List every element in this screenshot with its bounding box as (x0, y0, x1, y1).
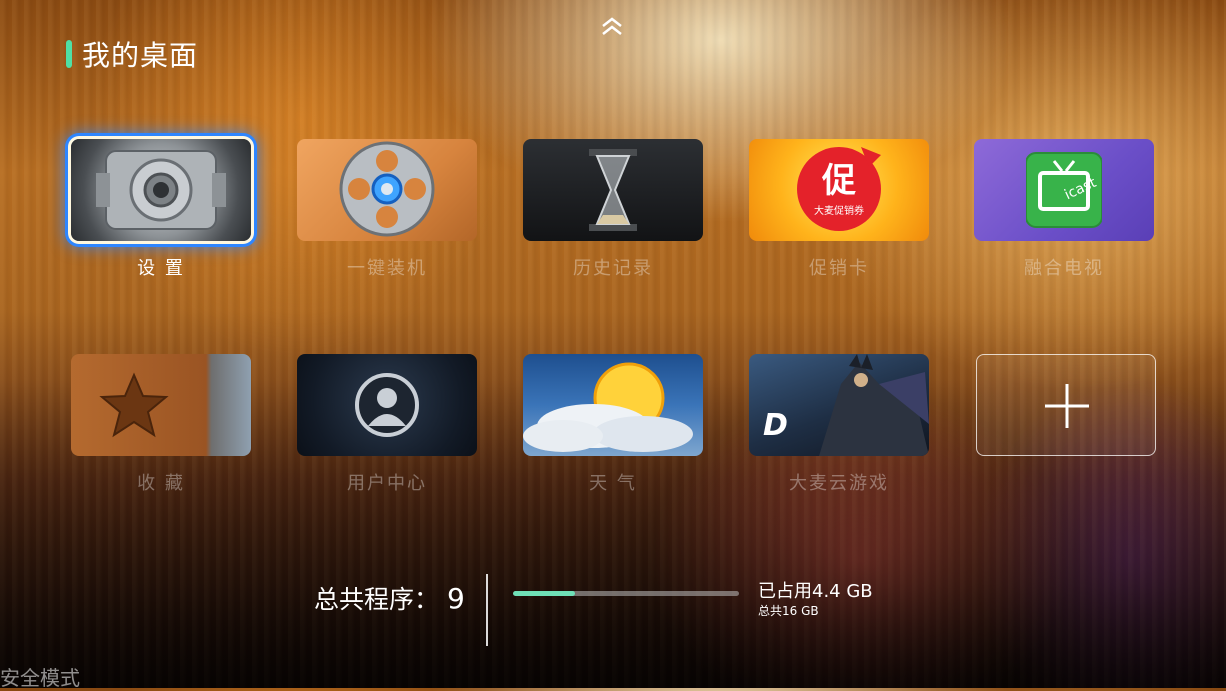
storage-progress-bar (513, 591, 739, 596)
sun-cloud-icon (523, 362, 693, 452)
app-tile-one-click-install[interactable] (297, 139, 477, 241)
storage-used-text: 已占用4.4 GB (758, 581, 873, 602)
background-streaks (0, 0, 1226, 688)
app-label: 融合电视 (1024, 258, 1104, 279)
program-count: 总共程序： 9 (314, 580, 465, 616)
hourglass-icon (589, 149, 637, 231)
plus-icon (1045, 384, 1089, 428)
app-label: 收 藏 (137, 473, 185, 494)
app-tile-user-center[interactable] (297, 354, 477, 456)
film-reel-icon (339, 141, 435, 237)
app-tile-weather[interactable] (523, 354, 703, 456)
background-vignette (0, 0, 1226, 688)
app-label: 促销卡 (809, 258, 869, 279)
add-app-button[interactable] (976, 354, 1156, 456)
promo-badge-subtext: 大麦促销券 (814, 206, 864, 217)
star-icon (99, 372, 169, 438)
app-tile-fusion-tv[interactable]: icast (974, 139, 1154, 241)
page-title: 我的桌面 (82, 39, 199, 72)
gear-icon (96, 150, 226, 230)
program-count-label: 总共程序： (314, 585, 440, 614)
app-tile-favorites[interactable] (71, 354, 251, 456)
app-tile-history[interactable] (523, 139, 703, 241)
page-header: 我的桌面 (66, 34, 198, 74)
chevron-up-icon[interactable] (600, 16, 624, 38)
safe-mode-label: 安全模式 (0, 666, 80, 690)
game-badge-letter: D (763, 408, 788, 443)
title-accent-bar (66, 40, 72, 68)
footer-divider (486, 574, 488, 646)
app-tile-cloud-game[interactable]: D (749, 354, 929, 456)
app-tile-settings[interactable] (71, 139, 251, 241)
storage-total-text: 总共16 GB (758, 604, 819, 618)
program-count-value: 9 (447, 582, 465, 615)
app-label: 用户中心 (347, 473, 427, 494)
app-label: 设 置 (137, 258, 185, 279)
app-label: 天 气 (589, 473, 637, 494)
storage-progress-fill (513, 591, 576, 596)
user-icon (355, 373, 419, 437)
app-label: 一键装机 (347, 258, 427, 279)
app-label: 大麦云游戏 (789, 473, 889, 494)
app-label: 历史记录 (573, 258, 653, 279)
promo-badge-char: 促 (822, 161, 856, 201)
app-tile-promo-card[interactable]: 促 大麦促销券 (749, 139, 929, 241)
